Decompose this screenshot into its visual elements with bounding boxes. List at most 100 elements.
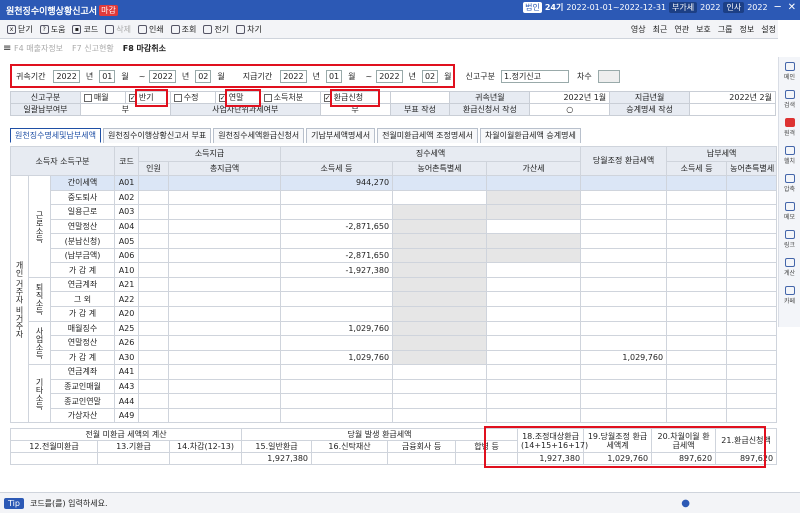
income-tax-cell[interactable]: [280, 407, 394, 424]
sidebar-item-zip[interactable]: 압축: [779, 169, 800, 197]
count-cell[interactable]: [138, 175, 170, 191]
count-cell[interactable]: [138, 204, 170, 220]
penalty-cell[interactable]: [486, 335, 582, 351]
rural-tax-cell[interactable]: [392, 189, 488, 206]
count-cell[interactable]: [138, 393, 170, 409]
amount-cell[interactable]: [168, 247, 282, 264]
amount-cell[interactable]: [168, 204, 282, 220]
sidebar-item-helper[interactable]: 헬치: [779, 141, 800, 169]
recent-button[interactable]: 최근: [653, 24, 668, 35]
amount-cell[interactable]: [168, 378, 282, 395]
tab-next-refund[interactable]: 차월이월환급세액 승계명세: [479, 128, 581, 143]
amount-cell[interactable]: [168, 335, 282, 351]
minimize-icon[interactable]: ─: [775, 2, 781, 13]
tab-prepaid[interactable]: 기납부세액명세서: [306, 128, 376, 143]
adjust-cell[interactable]: [580, 335, 668, 351]
help-button[interactable]: ? 도움: [39, 24, 65, 35]
rural-tax-cell[interactable]: [392, 393, 488, 409]
penalty-cell[interactable]: [486, 218, 582, 235]
count-cell[interactable]: [138, 378, 170, 395]
penalty-cell[interactable]: [486, 189, 582, 206]
seq-select[interactable]: [597, 69, 620, 83]
tab-refund-request[interactable]: 원천징수세액환급신청서: [213, 128, 305, 143]
amount-cell[interactable]: [168, 262, 282, 278]
code-button[interactable]: ▪ 코드: [72, 24, 98, 35]
amount-cell[interactable]: [168, 306, 282, 322]
hr-button[interactable]: 인사: [723, 2, 745, 13]
rural-tax-cell[interactable]: [392, 204, 488, 220]
penalty-cell[interactable]: [486, 262, 582, 278]
adjust-cell[interactable]: [580, 291, 668, 308]
financial-value[interactable]: [387, 452, 457, 465]
amount-cell[interactable]: [168, 320, 282, 337]
count-cell[interactable]: [138, 189, 170, 206]
amount-cell[interactable]: [168, 364, 282, 380]
sidebar-item-search[interactable]: 검색: [779, 85, 800, 113]
year-from-select[interactable]: 2022: [53, 69, 80, 83]
adjust-cell[interactable]: [580, 378, 668, 395]
trust-value[interactable]: [311, 452, 389, 465]
amount-cell[interactable]: [168, 175, 282, 191]
sidebar-item-calc[interactable]: 계산: [779, 253, 800, 281]
pay-year-from-select[interactable]: 2022: [280, 69, 307, 83]
rural-tax-cell[interactable]: [392, 291, 488, 308]
prev-button[interactable]: 전기: [203, 24, 229, 35]
income-tax-cell[interactable]: [280, 378, 394, 395]
penalty-cell[interactable]: [486, 276, 582, 293]
monthly-check[interactable]: 매월: [79, 91, 126, 104]
tab-withholding-detail[interactable]: 원천징수명세및납부세액: [10, 128, 101, 143]
income-tax-cell[interactable]: [280, 306, 394, 322]
pay-month-from-select[interactable]: 01: [325, 69, 343, 83]
penalty-cell[interactable]: [486, 407, 582, 424]
rural-tax-cell[interactable]: [392, 247, 488, 264]
user-icon[interactable]: ●: [681, 498, 690, 509]
vat-button[interactable]: 부가세: [669, 2, 698, 13]
amount-cell[interactable]: [168, 407, 282, 424]
count-cell[interactable]: [138, 306, 170, 322]
count-cell[interactable]: [138, 262, 170, 278]
tab-appendix[interactable]: 원천징수이행상황신고서 부표: [102, 128, 212, 143]
refund-check[interactable]: ✓ 환급신청: [319, 91, 391, 104]
pay-month-to-select[interactable]: 02: [421, 69, 439, 83]
rural-tax-cell[interactable]: [392, 276, 488, 293]
penalty-cell[interactable]: [486, 364, 582, 380]
penalty-cell[interactable]: [486, 349, 582, 366]
rural-tax-cell[interactable]: [392, 320, 488, 337]
penalty-cell[interactable]: [486, 320, 582, 337]
adjust-cell[interactable]: [580, 247, 668, 264]
penalty-cell[interactable]: [486, 204, 582, 220]
count-cell[interactable]: [138, 276, 170, 293]
income-tax-cell[interactable]: [280, 189, 394, 206]
rural-tax-cell[interactable]: [392, 306, 488, 322]
adjust-cell[interactable]: [580, 218, 668, 235]
amount-cell[interactable]: [168, 189, 282, 206]
report-type-select[interactable]: 1.정기신고: [500, 69, 569, 83]
amount-cell[interactable]: [168, 393, 282, 409]
modify-check[interactable]: 수정: [169, 91, 216, 104]
amount-cell[interactable]: [168, 349, 282, 366]
info-button[interactable]: 정보: [740, 24, 755, 35]
count-cell[interactable]: [138, 335, 170, 351]
adjust-cell[interactable]: [580, 204, 668, 220]
adjust-cell[interactable]: [580, 276, 668, 293]
merge-value[interactable]: [455, 452, 519, 465]
hamburger-icon[interactable]: ≡: [3, 43, 11, 54]
adjust-cell[interactable]: [580, 306, 668, 322]
count-cell[interactable]: [138, 233, 170, 249]
adjust-cell[interactable]: [580, 233, 668, 249]
income-tax-cell[interactable]: 1,029,760: [280, 320, 394, 337]
count-cell[interactable]: [138, 349, 170, 366]
amount-cell[interactable]: [168, 233, 282, 249]
penalty-cell[interactable]: [486, 291, 582, 308]
penalty-cell[interactable]: [486, 306, 582, 322]
count-cell[interactable]: [138, 247, 170, 264]
close-icon[interactable]: ✕: [788, 2, 796, 13]
income-tax-cell[interactable]: [280, 291, 394, 308]
f8-button[interactable]: F8 마감취소: [123, 43, 166, 54]
rural-tax-cell[interactable]: [392, 378, 488, 395]
rural-tax-cell[interactable]: [392, 407, 488, 424]
amount-cell[interactable]: [168, 291, 282, 308]
adjust-cell[interactable]: [580, 175, 668, 191]
income-tax-cell[interactable]: 1,029,760: [280, 349, 394, 366]
penalty-cell[interactable]: [486, 247, 582, 264]
